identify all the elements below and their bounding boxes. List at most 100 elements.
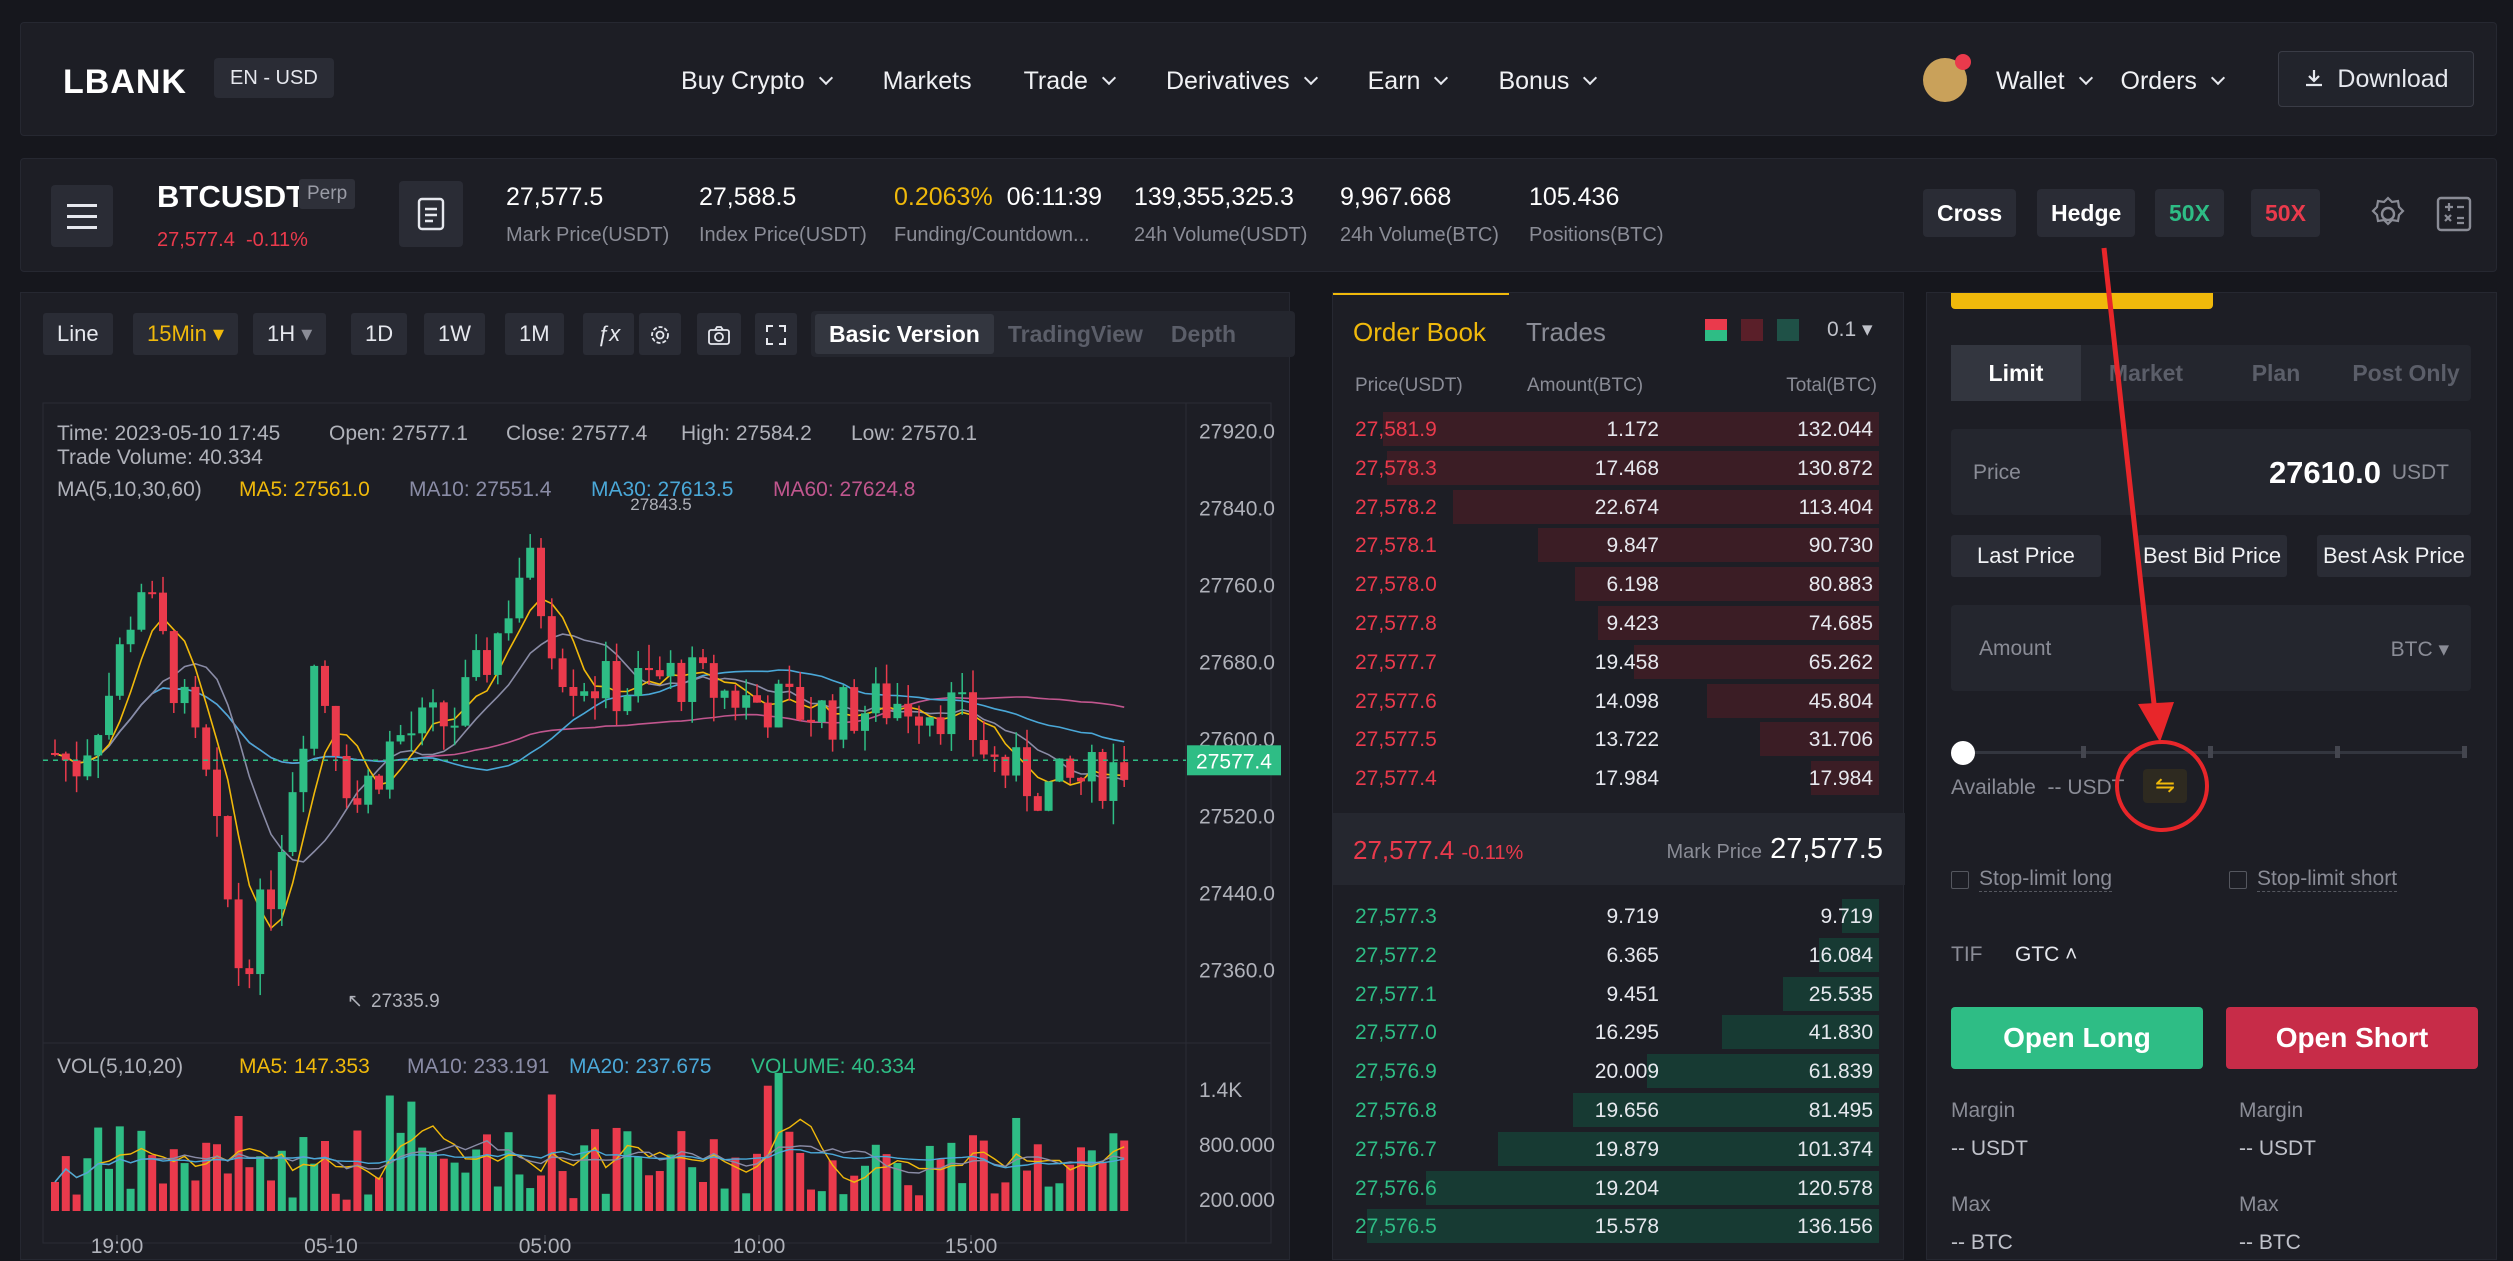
volume-bar bbox=[796, 1152, 805, 1211]
order-book-tab[interactable]: Order Book bbox=[1353, 317, 1486, 348]
transfer-icon[interactable]: ⇋ bbox=[2143, 769, 2187, 803]
candle-body bbox=[839, 687, 848, 740]
language-currency-selector[interactable]: EN - USD bbox=[214, 58, 334, 98]
asks-only-view-icon[interactable] bbox=[1741, 319, 1763, 341]
settings-gear-icon[interactable] bbox=[2369, 195, 2407, 233]
volume-bar bbox=[234, 1115, 243, 1211]
volume-bar bbox=[94, 1127, 103, 1211]
limit-tab[interactable]: Limit bbox=[1951, 345, 2081, 401]
symbol-name[interactable]: BTCUSDT bbox=[157, 179, 305, 215]
ask-row[interactable]: 27,578.0 6.198 80.883 bbox=[1353, 565, 1879, 603]
low-marker-arrow-icon: ↖ bbox=[347, 991, 363, 1012]
avatar[interactable] bbox=[1923, 54, 1971, 102]
top-nav: LBANK EN - USD Buy Crypto Markets Trade Der… bbox=[20, 22, 2497, 136]
volume-bar bbox=[839, 1194, 848, 1211]
long-margin-label: Margin bbox=[1951, 1099, 2016, 1122]
ask-row[interactable]: 27,577.8 9.423 74.685 bbox=[1353, 604, 1879, 642]
bid-row[interactable]: 27,576.5 15.578 136.156 bbox=[1353, 1207, 1879, 1245]
trades-tab[interactable]: Trades bbox=[1526, 317, 1606, 348]
notice-banner[interactable] bbox=[1951, 293, 2213, 309]
ask-row[interactable]: 27,577.5 13.722 31.706 bbox=[1353, 720, 1879, 758]
bid-row[interactable]: 27,576.8 19.656 81.495 bbox=[1353, 1091, 1879, 1129]
ask-row[interactable]: 27,578.2 22.674 113.404 bbox=[1353, 488, 1879, 526]
calculator-icon[interactable] bbox=[2435, 195, 2473, 233]
bid-row[interactable]: 27,577.1 9.451 25.535 bbox=[1353, 975, 1879, 1013]
bid-row[interactable]: 27,576.7 19.879 101.374 bbox=[1353, 1130, 1879, 1168]
cross-margin-button[interactable]: Cross bbox=[1923, 189, 2017, 237]
candlestick-chart[interactable]: 27920.027840.027760.027680.027600.027520… bbox=[21, 293, 1291, 1261]
best-ask-price-button[interactable]: Best Ask Price bbox=[2317, 535, 2471, 577]
candle-body bbox=[202, 727, 211, 770]
hedge-mode-button[interactable]: Hedge bbox=[2037, 189, 2136, 237]
bids-only-view-icon[interactable] bbox=[1777, 319, 1799, 341]
contract-info-icon[interactable] bbox=[399, 181, 463, 247]
price-input[interactable]: Price 27610.0 USDT bbox=[1951, 429, 2471, 515]
precision-selector[interactable]: 0.1 ▾ bbox=[1827, 317, 1873, 342]
order-price: 27,576.7 bbox=[1355, 1137, 1437, 1161]
bid-row[interactable]: 27,576.9 20.009 61.839 bbox=[1353, 1052, 1879, 1090]
order-book-panel: Order Book Trades 0.1 ▾ Price(USDT) Amou… bbox=[1332, 292, 1905, 1260]
ask-row[interactable]: 27,577.4 17.984 17.984 bbox=[1353, 759, 1879, 797]
stop-limit-short-checkbox[interactable]: Stop-limit short bbox=[2229, 867, 2398, 892]
candle-body bbox=[915, 716, 923, 726]
ma10-legend: MA10: 27551.4 bbox=[409, 478, 552, 501]
tif-selector[interactable]: GTC ˄ bbox=[2015, 943, 2077, 967]
nav-derivatives[interactable]: Derivatives bbox=[1166, 67, 1318, 96]
lbank-logo[interactable]: LBANK bbox=[63, 63, 187, 102]
nav-earn[interactable]: Earn bbox=[1368, 67, 1449, 96]
open-long-button[interactable]: Open Long bbox=[1951, 1007, 2203, 1069]
info-time: Time: 2023-05-10 17:45 bbox=[57, 422, 280, 445]
short-leverage-button[interactable]: 50X bbox=[2251, 189, 2320, 237]
candle-body bbox=[159, 592, 167, 632]
symbol-last-price: 27,577.4 -0.11% bbox=[157, 229, 308, 251]
volume-bar bbox=[1023, 1170, 1031, 1211]
amount-slider[interactable] bbox=[1951, 733, 2471, 773]
mid-price-bar: 27,577.4 -0.11% Mark Price 27,577.5 bbox=[1333, 813, 1905, 885]
ask-row[interactable]: 27,577.7 19.458 65.262 bbox=[1353, 643, 1879, 681]
nav-buy-crypto[interactable]: Buy Crypto bbox=[681, 67, 833, 96]
bid-row[interactable]: 27,577.3 9.719 9.719 bbox=[1353, 897, 1879, 935]
funding-stat[interactable]: 0.2063% 06:11:39 Funding/Countdown... bbox=[894, 183, 1102, 247]
amount-input[interactable]: Amount BTC ▾ bbox=[1951, 605, 2471, 691]
market-tab[interactable]: Market bbox=[2081, 345, 2211, 401]
volume-bar bbox=[310, 1163, 319, 1211]
bid-row[interactable]: 27,577.0 16.295 41.830 bbox=[1353, 1013, 1879, 1051]
ask-row[interactable]: 27,578.1 9.847 90.730 bbox=[1353, 526, 1879, 564]
menu-icon[interactable] bbox=[51, 185, 113, 247]
both-sides-view-icon[interactable] bbox=[1705, 319, 1727, 341]
open-short-button[interactable]: Open Short bbox=[2226, 1007, 2478, 1069]
stop-limit-long-checkbox[interactable]: Stop-limit long bbox=[1951, 867, 2113, 892]
download-button[interactable]: Download bbox=[2278, 51, 2474, 107]
ask-row[interactable]: 27,578.3 17.468 130.872 bbox=[1353, 449, 1879, 487]
plan-tab[interactable]: Plan bbox=[2211, 345, 2341, 401]
bid-row[interactable]: 27,577.2 6.365 16.084 bbox=[1353, 936, 1879, 974]
nav-trade[interactable]: Trade bbox=[1024, 67, 1117, 96]
info-volume: Trade Volume: 40.334 bbox=[57, 446, 263, 469]
ticker-bar: BTCUSDT Perp 27,577.4 -0.11% 27,577.5 Mar… bbox=[20, 158, 2497, 272]
candle-body bbox=[580, 691, 589, 696]
order-amount: 9.847 bbox=[1606, 534, 1659, 558]
slider-handle[interactable] bbox=[1951, 741, 1975, 765]
volume-bar bbox=[375, 1177, 383, 1211]
candle-body bbox=[51, 752, 59, 755]
volume-bar bbox=[159, 1183, 167, 1211]
bid-row[interactable]: 27,576.6 19.204 120.578 bbox=[1353, 1169, 1879, 1207]
nav-bonus[interactable]: Bonus bbox=[1498, 67, 1598, 96]
candle-body bbox=[105, 695, 113, 736]
wallet-menu[interactable]: Wallet bbox=[1996, 67, 2093, 96]
order-total: 61.839 bbox=[1808, 1060, 1873, 1084]
volume-tick-label: 1.4K bbox=[1199, 1079, 1242, 1102]
orders-menu[interactable]: Orders bbox=[2121, 67, 2226, 96]
ask-row[interactable]: 27,581.9 1.172 132.044 bbox=[1353, 410, 1879, 448]
post-only-tab[interactable]: Post Only bbox=[2341, 345, 2471, 401]
price-tick-label: 27920.0 bbox=[1199, 420, 1275, 443]
ask-row[interactable]: 27,577.6 14.098 45.804 bbox=[1353, 682, 1879, 720]
volume-bar bbox=[61, 1156, 70, 1211]
volume-bar bbox=[461, 1172, 470, 1211]
available-balance: Available -- USDT bbox=[1951, 776, 2125, 799]
long-leverage-button[interactable]: 50X bbox=[2155, 189, 2224, 237]
best-bid-price-button[interactable]: Best Bid Price bbox=[2137, 535, 2288, 577]
last-price-button[interactable]: Last Price bbox=[1951, 535, 2101, 577]
amount-unit-selector[interactable]: BTC ▾ bbox=[2391, 637, 2449, 662]
nav-markets[interactable]: Markets bbox=[883, 67, 972, 96]
